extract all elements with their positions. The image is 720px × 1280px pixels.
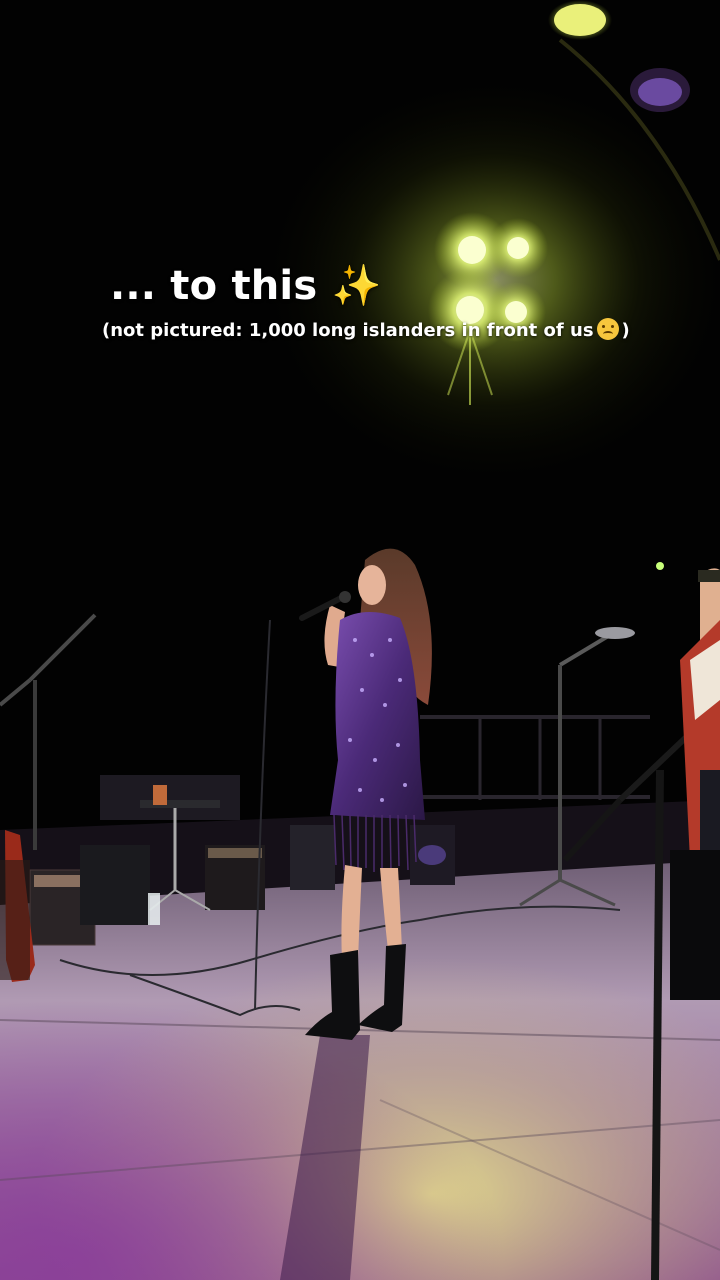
video-frame: ... to this ✨ (not pictured: 1,000 long … xyxy=(0,0,720,1280)
sparkles-icon: ✨ xyxy=(331,263,382,309)
concert-scene xyxy=(0,0,720,1280)
caption-subtitle-close: ) xyxy=(621,320,630,341)
caption-subtitle: (not pictured: 1,000 long islanders in f… xyxy=(102,318,630,341)
caption-title: ... to this ✨ xyxy=(110,262,610,309)
caption-title-text: ... to this xyxy=(110,263,318,309)
caption-subtitle-text: (not pictured: 1,000 long islanders in f… xyxy=(102,320,594,341)
face-holding-back-tears-icon xyxy=(596,318,619,340)
